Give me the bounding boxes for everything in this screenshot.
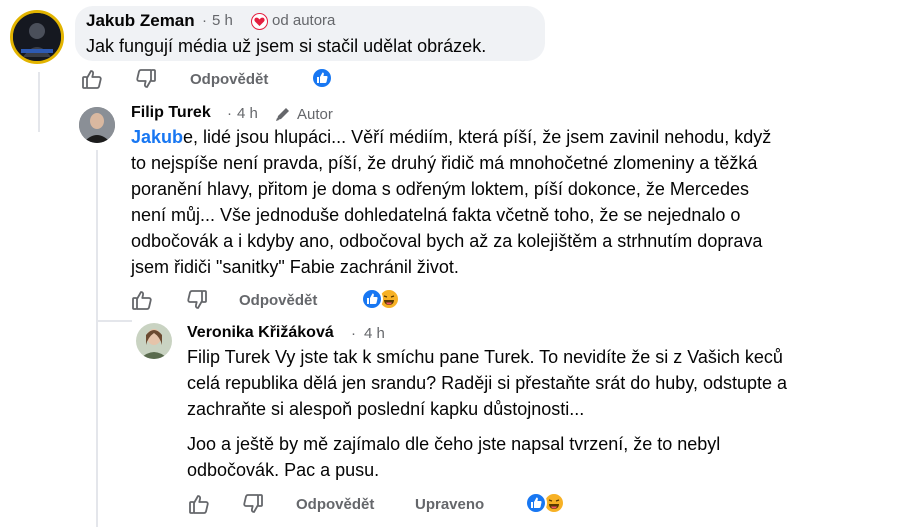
- reply-button[interactable]: Odpovědět: [239, 292, 317, 309]
- like-outline-icon[interactable]: [131, 289, 153, 311]
- comment-text-line: Jakube, lidé jsou hlupáci... Věří médiím…: [131, 124, 771, 150]
- like-outline-icon[interactable]: [81, 68, 103, 90]
- comment-time[interactable]: 4 h: [237, 105, 258, 122]
- comment-text: poranění hlavy, přitom je doma s odřeným…: [131, 179, 749, 199]
- comment-time[interactable]: 5 h: [212, 12, 233, 29]
- reply-button[interactable]: Odpovědět: [296, 496, 374, 513]
- avatar-veronika[interactable]: [136, 323, 172, 359]
- dislike-outline-icon[interactable]: [242, 493, 264, 515]
- comment-time[interactable]: 4 h: [364, 325, 385, 342]
- comment-text: odbočovák a i kdyby ano, odbočoval bych …: [131, 231, 763, 251]
- comment-text: e, lidé jsou hlupáci... Věří médiím, kte…: [183, 127, 772, 147]
- comment-text: Joo a ještě by mě zajímalo dle čeho jste…: [187, 434, 721, 454]
- pencil-icon: [274, 105, 292, 123]
- thread-line-branch: [96, 320, 132, 322]
- comment-text: není můj... Vše jednoduše dohledatelná f…: [131, 205, 741, 225]
- separator-dot: ·: [351, 325, 356, 342]
- mention-link[interactable]: Jakub: [131, 127, 183, 147]
- comment-text: Jak fungují média už jsem si stačil uděl…: [86, 36, 487, 56]
- dislike-outline-icon[interactable]: [135, 68, 157, 90]
- comment-author[interactable]: Jakub Zeman: [86, 11, 195, 31]
- avatar-jakub[interactable]: [10, 10, 64, 64]
- edited-label[interactable]: Upraveno: [415, 496, 484, 513]
- like-reaction-icon[interactable]: [525, 492, 547, 514]
- comment-text: to nejspíše není pravda, píší, že druhý …: [131, 153, 758, 173]
- avatar-filip[interactable]: [79, 107, 115, 143]
- heart-icon: [251, 13, 268, 30]
- author-badge: od autora: [272, 12, 336, 29]
- like-reaction-icon[interactable]: [361, 288, 383, 310]
- comment-author[interactable]: Veronika Křižáková: [187, 324, 334, 342]
- comment-text: jsem řidiči "sanitky" Fabie zachránil ži…: [131, 257, 459, 277]
- comment-text: zachraňte si alespoň poslední kapku důst…: [187, 399, 585, 419]
- thread-line-nested: [96, 150, 98, 527]
- reply-button[interactable]: Odpovědět: [190, 71, 268, 88]
- dislike-outline-icon[interactable]: [186, 289, 208, 311]
- thread-line: [38, 72, 40, 132]
- like-reaction-icon[interactable]: [311, 67, 333, 89]
- comment-text: Filip Turek Vy jste tak k smíchu pane Tu…: [187, 347, 783, 367]
- separator-dot: ·: [227, 105, 232, 122]
- comment-text: odbočovák. Pac a pusu.: [187, 460, 380, 480]
- comment-author[interactable]: Filip Turek: [131, 104, 211, 122]
- separator-dot: ·: [202, 12, 207, 29]
- comment-text: celá republika dělá jen srandu? Raději s…: [187, 373, 788, 393]
- author-badge: Autor: [297, 106, 333, 123]
- like-outline-icon[interactable]: [188, 493, 210, 515]
